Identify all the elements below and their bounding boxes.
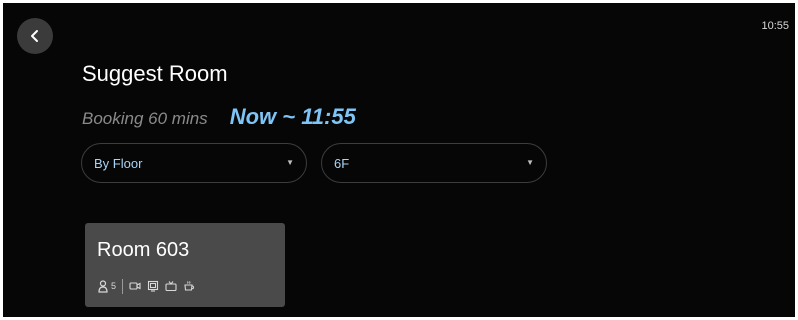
page-title: Suggest Room [82, 61, 228, 86]
caret-down-icon: ▼ [286, 158, 294, 167]
booking-time-range: Now ~ 11:55 [229, 104, 356, 129]
floor-mode-select[interactable]: By Floor ▼ [81, 143, 307, 183]
person-icon [98, 279, 108, 293]
booking-info: Booking 60 mins Now ~ 11:55 [82, 104, 356, 130]
amenity-divider [122, 278, 124, 294]
floor-value: 6F [334, 155, 350, 171]
room-suggest-screen: 10:55 Suggest Room Booking 60 mins Now ~… [3, 3, 795, 317]
camera-icon [129, 282, 141, 290]
room-capacity: 5 [111, 281, 117, 291]
caret-down-icon: ▼ [526, 158, 534, 167]
room-card[interactable]: Room 603 5 [85, 223, 285, 307]
display-icon [147, 280, 159, 292]
floor-mode-value: By Floor [94, 155, 143, 171]
status-clock: 10:55 [761, 20, 789, 32]
floor-select[interactable]: 6F ▼ [321, 143, 547, 183]
room-name: Room 603 [97, 239, 190, 261]
tv-icon [165, 281, 177, 292]
booking-duration: Booking 60 mins [82, 109, 208, 128]
chevron-left-icon [31, 30, 38, 42]
room-amenities: 5 [98, 278, 201, 294]
coffee-icon [184, 281, 195, 291]
back-button[interactable] [17, 18, 53, 54]
